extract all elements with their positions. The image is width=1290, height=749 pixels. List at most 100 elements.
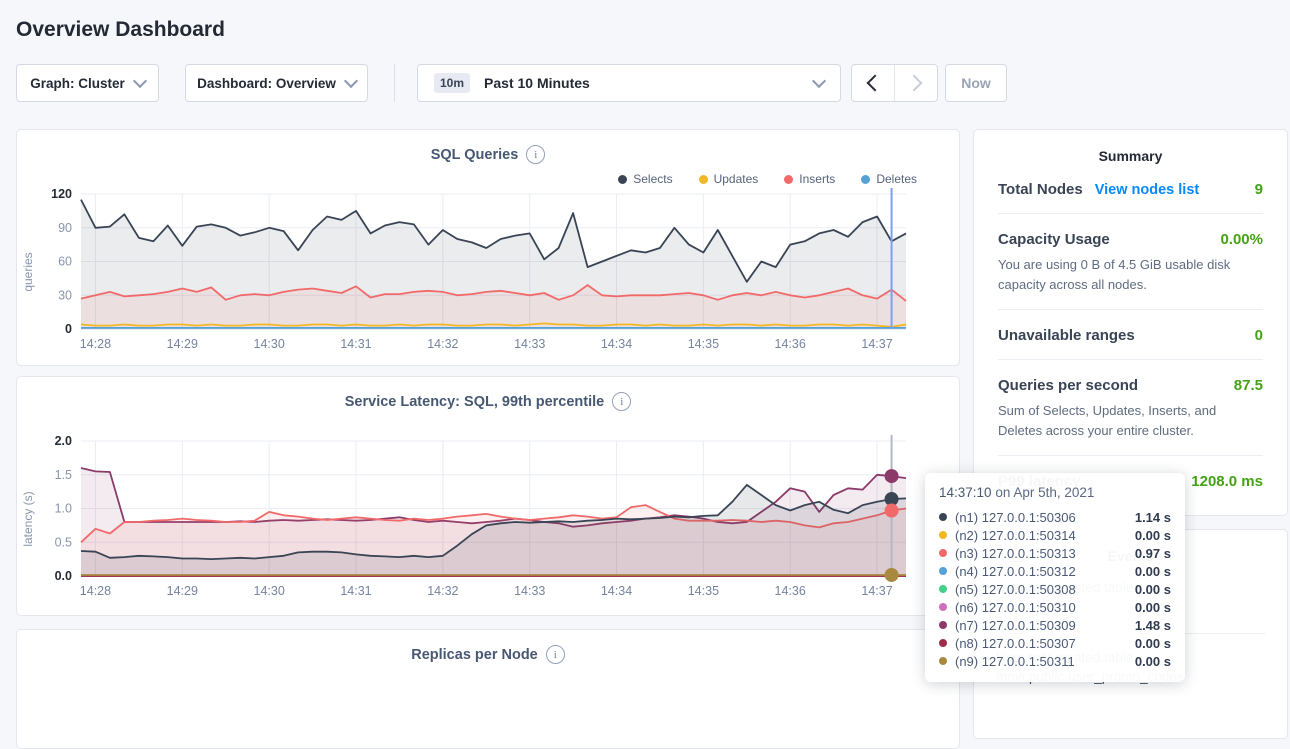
y-axis-label: queries (21, 252, 35, 291)
summary-value: 9 (1255, 181, 1263, 198)
time-range-badge: 10m (434, 73, 470, 93)
x-axis-tick: 14:28 (80, 584, 111, 598)
chart-title: Replicas per Node (411, 647, 538, 663)
charts-column: SQL Queries i Selects Updates Inserts Delet… (16, 129, 960, 749)
y-axis-tick: 0.0 (55, 569, 72, 583)
service-latency-card: Service Latency: SQL, 99th percentile i … (16, 376, 960, 616)
x-axis-tick: 14:30 (254, 337, 285, 351)
y-axis-tick: 0 (65, 322, 72, 336)
node-color-dot-icon (939, 603, 947, 611)
graph-dropdown[interactable]: Graph: Cluster (16, 64, 159, 102)
summary-label: Queries per second (998, 377, 1138, 394)
node-latency-value: 0.00 s (1135, 636, 1171, 651)
legend-item-inserts[interactable]: Inserts (784, 172, 835, 186)
tooltip-node-row: (n3) 127.0.0.1:503130.97 s (939, 544, 1171, 562)
node-latency-value: 0.00 s (1135, 582, 1171, 597)
chevron-left-icon (867, 75, 884, 92)
summary-panel: Summary Total Nodes View nodes list 9 Ca… (973, 129, 1288, 516)
legend-dot-icon (699, 175, 708, 184)
node-color-dot-icon (939, 567, 947, 575)
y-axis-tick: 0.5 (55, 535, 72, 549)
x-axis-tick: 14:31 (340, 337, 371, 351)
x-axis-tick: 14:28 (80, 337, 111, 351)
y-axis-tick: 90 (58, 221, 72, 235)
legend-label: Deletes (876, 172, 917, 186)
node-address: (n2) 127.0.0.1:50314 (955, 528, 1076, 543)
legend-item-updates[interactable]: Updates (699, 172, 759, 186)
x-axis-tick: 14:32 (427, 584, 458, 598)
chart-hover-tooltip: 14:37:10 on Apr 5th, 2021 (n1) 127.0.0.1… (925, 473, 1185, 682)
tooltip-node-row: (n6) 127.0.0.1:503100.00 s (939, 598, 1171, 616)
chart-title: Service Latency: SQL, 99th percentile (345, 394, 605, 410)
y-axis-tick: 2.0 (55, 435, 72, 448)
summary-description: You are using 0 B of 4.5 GiB usable disk… (998, 255, 1263, 294)
time-forward-button[interactable] (894, 65, 937, 101)
x-axis-tick: 14:29 (167, 584, 198, 598)
summary-value: 0 (1255, 327, 1263, 344)
chevron-down-icon (344, 74, 358, 88)
info-icon[interactable]: i (526, 145, 545, 164)
time-step-buttons (851, 64, 938, 102)
node-address: (n5) 127.0.0.1:50308 (955, 582, 1076, 597)
summary-value: 1208.0 ms (1191, 473, 1263, 490)
dashboard-dropdown-label: Dashboard: Overview (197, 76, 336, 91)
chevron-down-icon (133, 74, 147, 88)
summary-value: 0.00% (1220, 231, 1263, 248)
summary-item-unavailable-ranges: Unavailable ranges 0 (998, 310, 1263, 360)
node-latency-value: 0.00 s (1135, 528, 1171, 543)
summary-value: 87.5 (1234, 377, 1263, 394)
view-nodes-list-link[interactable]: View nodes list (1095, 182, 1200, 198)
x-axis-tick: 14:37 (861, 337, 892, 351)
tooltip-node-row: (n5) 127.0.0.1:50308 0.00 s (939, 580, 1171, 598)
node-latency-value: 0.00 s (1135, 564, 1171, 579)
summary-item-total-nodes: Total Nodes View nodes list 9 (998, 164, 1263, 214)
graph-dropdown-label: Graph: Cluster (30, 76, 125, 91)
sql-queries-card: SQL Queries i Selects Updates Inserts Delet… (16, 129, 960, 366)
legend-label: Updates (714, 172, 759, 186)
now-button[interactable]: Now (945, 64, 1007, 102)
y-axis-tick: 1.5 (55, 468, 72, 482)
node-address: (n4) 127.0.0.1:50312 (955, 564, 1076, 579)
y-axis-tick: 1.0 (55, 502, 72, 516)
chevron-down-icon (812, 74, 826, 88)
x-axis-tick: 14:32 (427, 337, 458, 351)
time-range-dropdown[interactable]: 10m Past 10 Minutes (417, 64, 841, 102)
y-axis-tick: 120 (51, 188, 72, 201)
x-axis-tick: 14:37 (861, 584, 892, 598)
node-address: (n8) 127.0.0.1:50307 (955, 636, 1076, 651)
legend-dot-icon (861, 175, 870, 184)
replicas-per-node-card: Replicas per Node i (16, 629, 960, 749)
chart-title: SQL Queries (431, 147, 519, 163)
y-axis-tick: 60 (58, 255, 72, 269)
tooltip-node-row: (n8) 127.0.0.1:50307 0.00 s (939, 634, 1171, 652)
y-axis-tick: 30 (58, 288, 72, 302)
dashboard-dropdown[interactable]: Dashboard: Overview (185, 64, 368, 102)
node-latency-value: 0.00 s (1135, 654, 1171, 669)
legend-label: Inserts (799, 172, 835, 186)
summary-item-capacity-usage: Capacity Usage 0.00% You are using 0 B o… (998, 214, 1263, 310)
node-address: (n3) 127.0.0.1:50313 (955, 546, 1076, 561)
summary-label: Total Nodes (998, 181, 1083, 198)
node-latency-value: 1.48 s (1135, 618, 1171, 633)
toolbar-divider (394, 64, 395, 102)
time-back-button[interactable] (852, 65, 894, 101)
x-axis-tick: 14:31 (340, 584, 371, 598)
node-address: (n6) 127.0.0.1:50310 (955, 600, 1076, 615)
x-axis-tick: 14:36 (775, 584, 806, 598)
legend-dot-icon (784, 175, 793, 184)
legend-item-deletes[interactable]: Deletes (861, 172, 917, 186)
x-axis-tick: 14:34 (601, 584, 632, 598)
node-color-dot-icon (939, 513, 947, 521)
legend-item-selects[interactable]: Selects (618, 172, 672, 186)
info-icon[interactable]: i (612, 392, 631, 411)
sql-queries-chart[interactable]: queries 14:2814:2914:3014:3114:3214:3314… (17, 188, 959, 356)
legend-label: Selects (633, 172, 672, 186)
node-color-dot-icon (939, 621, 947, 629)
summary-item-queries-per-second: Queries per second 87.5 Sum of Selects, … (998, 360, 1263, 456)
tooltip-node-row: (n4) 127.0.0.1:50312 0.00 s (939, 562, 1171, 580)
info-icon[interactable]: i (546, 645, 565, 664)
node-color-dot-icon (939, 549, 947, 557)
summary-description: Sum of Selects, Updates, Inserts, and De… (998, 401, 1263, 440)
service-latency-chart[interactable]: latency (s) 14:2814:2914:3014:3114:3214:… (17, 435, 959, 603)
node-color-dot-icon (939, 657, 947, 665)
